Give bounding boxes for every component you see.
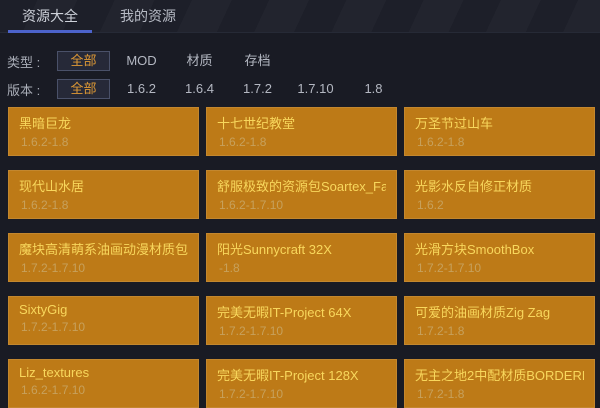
resource-card[interactable]: 光影水反自修正材质 1.6.2 (404, 170, 595, 219)
tab-resource-all-label: 资源大全 (22, 8, 78, 24)
filter-option[interactable]: 材质 (173, 51, 226, 71)
resource-card-grid: 黑暗巨龙 1.6.2-1.8 十七世纪教堂 1.6.2-1.8 万圣节过山车 1.6.2-… (8, 107, 595, 408)
filter-option[interactable]: MOD (115, 51, 168, 71)
resource-card-title: 可爱的油画材质Zig Zag (415, 305, 551, 320)
resource-card-version: 1.6.2-1.7.10 (21, 383, 86, 397)
resource-card-version: 1.6.2-1.8 (219, 135, 267, 149)
tab-resource-all[interactable]: 资源大全 (8, 0, 92, 33)
resource-card-version: 1.6.2-1.8 (21, 135, 69, 149)
resource-card-version: 1.7.2-1.7.10 (21, 320, 86, 334)
resource-card-title: 完美无暇IT-Project 64X (217, 305, 352, 320)
filter-panel: 类型 : 全部 MOD 材质 存档版本 : 全部 1.6.2 1.6.4 1.7.2 1.7.10… (0, 33, 600, 99)
filter-row: 类型 : 全部 MOD 材质 存档 (7, 51, 600, 71)
resource-card-title: 无主之地2中配材质BORDERLAN... (415, 368, 584, 383)
resource-card[interactable]: 完美无暇IT-Project 128X 1.7.2-1.7.10 (206, 359, 397, 408)
filter-option[interactable]: 全部 (57, 51, 110, 71)
filter-option[interactable]: 全部 (57, 79, 110, 99)
resource-card-title: 万圣节过山车 (415, 116, 494, 131)
filter-option[interactable]: 1.6.2 (115, 79, 168, 99)
resource-card-version: 1.6.2-1.7.10 (219, 198, 284, 212)
resource-card-version: 1.7.2-1.7.10 (219, 324, 284, 338)
resource-card[interactable]: 十七世纪教堂 1.6.2-1.8 (206, 107, 397, 156)
resource-card[interactable]: 魔块高清萌系油画动漫材质包128X 1.7.2-1.7.10 (8, 233, 199, 282)
resource-card[interactable]: 现代山水居 1.6.2-1.8 (8, 170, 199, 219)
resource-card-title: 光滑方块SmoothBox (415, 242, 535, 257)
tab-my-resources[interactable]: 我的资源 (106, 0, 190, 32)
resource-card-version: 1.7.2-1.8 (417, 324, 465, 338)
tab-my-resources-label: 我的资源 (120, 8, 176, 24)
resource-card[interactable]: 舒服极致的资源包Soartex_Fanver 1.6.2-1.7.10 (206, 170, 397, 219)
resource-card-version: 1.6.2 (417, 198, 444, 212)
filter-option[interactable]: 存档 (231, 51, 284, 71)
resource-card[interactable]: 光滑方块SmoothBox 1.7.2-1.7.10 (404, 233, 595, 282)
filter-option[interactable]: 1.8 (347, 79, 400, 99)
resource-card-version: -1.8 (219, 261, 240, 275)
resource-card-title: 魔块高清萌系油画动漫材质包128X (19, 242, 188, 257)
resource-card-title: 十七世纪教堂 (217, 116, 296, 131)
filter-label: 版本 : (7, 82, 41, 98)
resource-card-version: 1.7.2-1.7.10 (21, 261, 86, 275)
resource-card[interactable]: 无主之地2中配材质BORDERLAN... 1.7.2-1.8 (404, 359, 595, 408)
filter-option[interactable]: 1.7.2 (231, 79, 284, 99)
resource-card[interactable]: 可爱的油画材质Zig Zag 1.7.2-1.8 (404, 296, 595, 345)
resource-card[interactable]: SixtyGig 1.7.2-1.7.10 (8, 296, 199, 345)
filter-row: 版本 : 全部 1.6.2 1.6.4 1.7.2 1.7.10 1.8 (7, 79, 600, 99)
resource-card-version: 1.6.2-1.8 (417, 135, 465, 149)
resource-card-version: 1.7.2-1.7.10 (417, 261, 482, 275)
resource-card-title: SixtyGig (19, 302, 68, 317)
resource-card-title: Liz_textures (19, 365, 90, 380)
resource-card-title: 现代山水居 (19, 179, 85, 194)
filter-label: 类型 : (7, 54, 41, 70)
resource-card-title: 完美无暇IT-Project 128X (217, 368, 359, 383)
filter-option[interactable]: 1.7.10 (289, 79, 342, 99)
filter-option[interactable]: 1.6.4 (173, 79, 226, 99)
resource-card-title: 阳光Sunnycraft 32X (217, 242, 332, 257)
resource-card[interactable]: 万圣节过山车 1.6.2-1.8 (404, 107, 595, 156)
resource-card-title: 光影水反自修正材质 (415, 179, 533, 194)
resource-card-title: 黑暗巨龙 (19, 116, 72, 131)
resource-card-title: 舒服极致的资源包Soartex_Fanver (217, 179, 386, 194)
resource-card-version: 1.7.2-1.8 (417, 387, 465, 401)
resource-card[interactable]: 完美无暇IT-Project 64X 1.7.2-1.7.10 (206, 296, 397, 345)
resource-card[interactable]: 黑暗巨龙 1.6.2-1.8 (8, 107, 199, 156)
resource-card[interactable]: 阳光Sunnycraft 32X -1.8 (206, 233, 397, 282)
resource-card[interactable]: Liz_textures 1.6.2-1.7.10 (8, 359, 199, 408)
resource-card-version: 1.6.2-1.8 (21, 198, 69, 212)
resource-card-version: 1.7.2-1.7.10 (219, 387, 284, 401)
tab-bar: 资源大全 我的资源 (0, 0, 600, 33)
